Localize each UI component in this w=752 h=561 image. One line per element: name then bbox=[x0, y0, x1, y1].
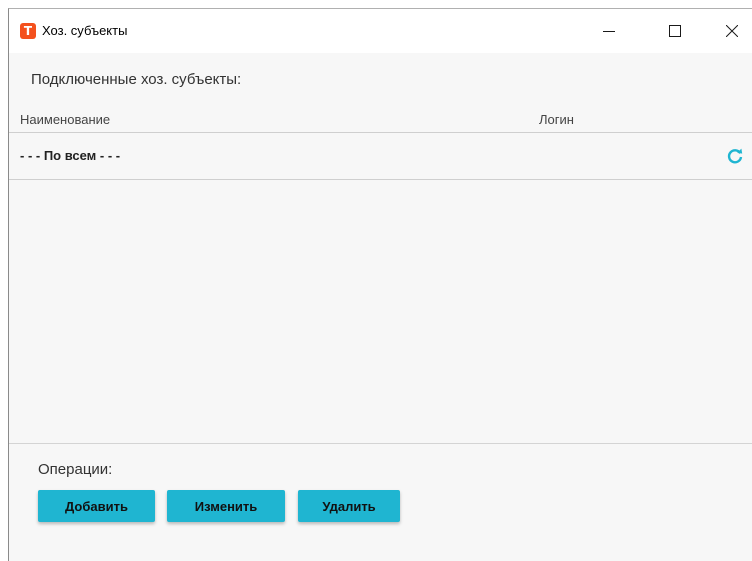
minimize-button[interactable] bbox=[586, 9, 632, 53]
list-empty-area bbox=[9, 180, 752, 443]
column-header-login[interactable]: Логин bbox=[539, 112, 574, 127]
maximize-button[interactable] bbox=[652, 9, 698, 53]
window-title: Хоз. субъекты bbox=[42, 23, 128, 38]
column-header-name[interactable]: Наименование bbox=[20, 112, 110, 127]
close-icon bbox=[726, 25, 738, 37]
row-name: - - - По всем - - - bbox=[20, 148, 121, 163]
list-bottom-divider bbox=[9, 443, 752, 444]
app-icon: T bbox=[20, 23, 36, 39]
edit-button[interactable]: Изменить bbox=[167, 490, 285, 522]
operations-label: Операции: bbox=[38, 461, 113, 478]
maximize-icon bbox=[669, 25, 681, 37]
window: T Хоз. субъекты Подключенные хоз. субъек… bbox=[8, 8, 752, 561]
delete-button[interactable]: Удалить bbox=[298, 490, 400, 522]
title-bar[interactable]: T Хоз. субъекты bbox=[9, 9, 752, 53]
close-button[interactable] bbox=[709, 9, 752, 53]
refresh-icon bbox=[727, 148, 743, 164]
minimize-icon bbox=[603, 31, 615, 32]
section-title: Подключенные хоз. субъекты: bbox=[31, 71, 242, 88]
table-row[interactable]: - - - По всем - - - bbox=[9, 133, 752, 179]
add-button[interactable]: Добавить bbox=[38, 490, 155, 522]
refresh-button[interactable] bbox=[726, 147, 744, 165]
